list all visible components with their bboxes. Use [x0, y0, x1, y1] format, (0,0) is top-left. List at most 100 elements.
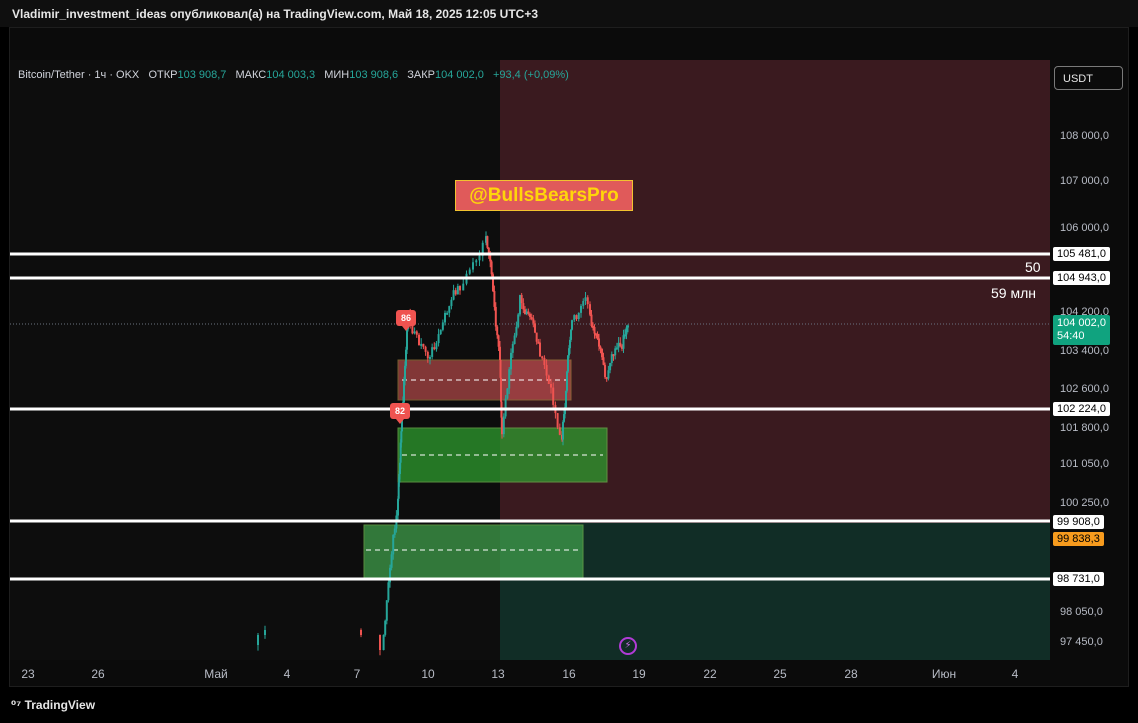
time-tick: 16 — [562, 667, 576, 681]
volume-annotation: 59 млн — [991, 285, 1036, 301]
candle-body — [437, 334, 440, 344]
candle-body — [490, 261, 493, 275]
time-tick: 4 — [283, 667, 291, 681]
candle-body — [573, 315, 576, 321]
candle-body — [502, 416, 505, 435]
open-value: 103 908,7 — [177, 69, 227, 81]
level-line-99908[interactable] — [10, 519, 1050, 523]
candle-body — [500, 377, 502, 402]
candle-body — [424, 346, 427, 352]
candle-body — [468, 269, 471, 274]
candle-body — [534, 323, 536, 333]
candle-body — [520, 295, 523, 304]
publisher-text: Vladimir_investment_ideas опубликовал(а)… — [12, 7, 539, 21]
candle-body — [609, 363, 612, 371]
candle-body — [522, 303, 525, 310]
candle-body — [532, 318, 535, 324]
level-line-102224[interactable] — [10, 407, 1050, 411]
candle-body — [535, 332, 538, 342]
candle-body — [435, 343, 438, 350]
price-tick: 106 000,0 — [1060, 222, 1109, 234]
candle-body — [397, 498, 399, 516]
candle-body — [450, 299, 453, 307]
price-tick: 97 450,0 — [1060, 636, 1103, 648]
time-tick: Май — [204, 667, 228, 681]
level-line-98731[interactable] — [10, 577, 1050, 581]
candle-body — [615, 347, 618, 350]
candle-body — [589, 304, 591, 315]
candle-body — [497, 335, 500, 347]
candle-body — [556, 413, 559, 428]
candle-body — [444, 312, 446, 323]
candle-body — [541, 356, 544, 359]
time-tick: Июн — [931, 667, 957, 681]
tradingview-logo[interactable]: ⁰⁷ TradingView — [11, 698, 95, 712]
candle-body — [426, 351, 429, 359]
bar-countdown: 54:40 — [1057, 330, 1085, 342]
level-tag[interactable]: 104 943,0 — [1053, 271, 1110, 285]
candles-layer — [10, 231, 1050, 656]
candle-body — [452, 290, 455, 300]
symbol-legend[interactable]: Bitcoin/Tether · 1ч · OKX ОТКР103 908,7 … — [18, 69, 575, 81]
level-line-105481[interactable] — [10, 252, 1050, 256]
candle-body — [539, 342, 541, 357]
candle-body — [392, 534, 395, 555]
candle-body — [511, 344, 514, 353]
last-price-tag[interactable]: 99 838,3 — [1053, 532, 1104, 546]
level-tag[interactable]: 98 731,0 — [1053, 572, 1104, 586]
candle-body — [604, 364, 606, 378]
candle-body — [627, 325, 629, 328]
candle-body — [459, 286, 461, 291]
time-tick: 4 — [1011, 667, 1019, 681]
low-label: МИН — [324, 69, 350, 81]
candle-body — [475, 260, 478, 263]
candle-body — [390, 554, 393, 568]
candle-body — [418, 334, 420, 346]
signal-marker-82[interactable]: 82 — [390, 403, 410, 424]
candle-body — [566, 371, 568, 391]
candle-body — [598, 338, 600, 347]
candle-body — [415, 331, 418, 335]
time-tick: 26 — [91, 667, 105, 681]
current-price: 104 002,0 — [1057, 317, 1106, 329]
signal-marker-86[interactable]: 86 — [396, 310, 416, 331]
level-tag[interactable]: 102 224,0 — [1053, 402, 1110, 416]
level-tag[interactable]: 99 908,0 — [1053, 515, 1104, 529]
level-line-104943[interactable] — [10, 276, 1050, 280]
candle-body — [384, 620, 387, 635]
candle-body — [429, 356, 431, 359]
symbol-name: Bitcoin/Tether · 1ч · OKX — [18, 69, 140, 81]
change-value: +93,4 (+0,09%) — [492, 69, 569, 81]
candle-body — [441, 322, 444, 330]
time-tick: 19 — [632, 667, 646, 681]
candle-body — [593, 327, 596, 334]
candle-body — [584, 297, 587, 302]
time-tick: 25 — [773, 667, 787, 681]
chart-area[interactable] — [10, 60, 1050, 660]
lightning-icon[interactable]: ⚡ — [619, 637, 637, 655]
candle-body — [543, 357, 546, 366]
current-price-tag[interactable]: 104 002,0 54:40 — [1053, 315, 1110, 345]
time-tick: 13 — [491, 667, 505, 681]
candle-body — [494, 306, 497, 327]
candle-body — [619, 342, 622, 347]
lower-demand-zone — [363, 524, 584, 579]
candle-body — [601, 348, 603, 358]
level-tag[interactable]: 105 481,0 — [1053, 247, 1110, 261]
candle-body — [547, 375, 550, 384]
candle-body — [552, 387, 555, 405]
candle-body — [582, 301, 585, 306]
candle-body — [570, 329, 572, 340]
count-annotation: 50 — [1025, 259, 1041, 275]
price-axis[interactable]: 108 000,0 107 000,0 106 000,0 104 200,0 … — [1050, 60, 1130, 660]
tv-logo-text: TradingView — [24, 698, 96, 712]
candle-body — [446, 312, 449, 315]
candle-body — [501, 417, 503, 435]
candle-body — [496, 326, 499, 336]
price-tick: 107 000,0 — [1060, 175, 1109, 187]
time-tick: 10 — [421, 667, 435, 681]
publisher-bar: Vladimir_investment_ideas опубликовал(а)… — [0, 0, 1138, 27]
candle-body — [462, 283, 465, 291]
candle-body — [622, 335, 625, 349]
price-tick: 100 250,0 — [1060, 497, 1109, 509]
